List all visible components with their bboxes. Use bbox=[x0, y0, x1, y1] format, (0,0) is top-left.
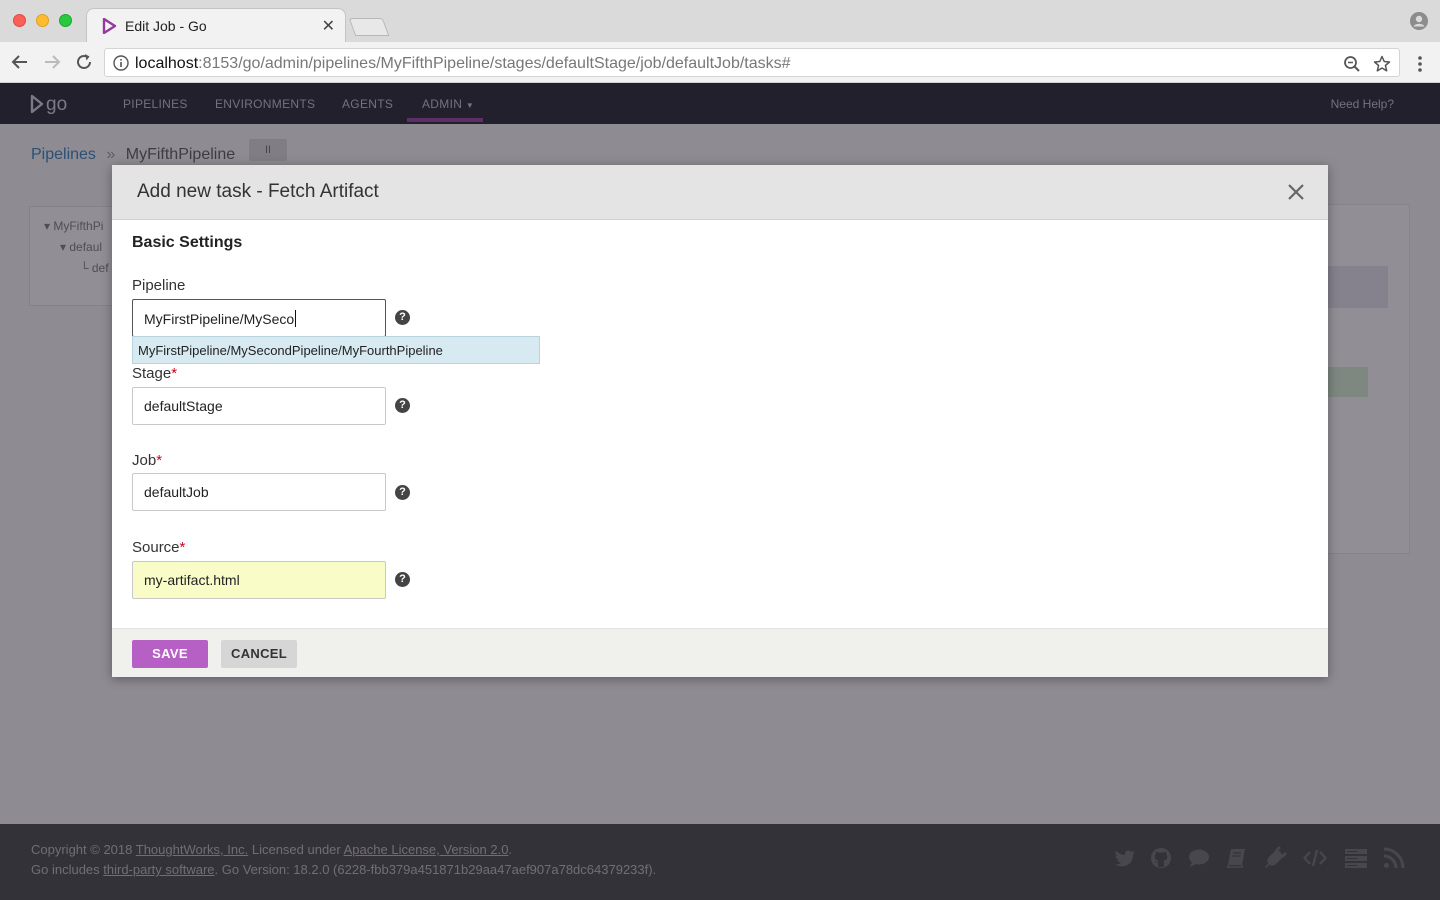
info-icon[interactable] bbox=[113, 55, 129, 71]
save-button[interactable]: SAVE bbox=[132, 640, 208, 668]
stage-help-icon[interactable]: ? bbox=[395, 398, 410, 413]
stage-input[interactable]: defaultStage bbox=[132, 387, 386, 425]
modal-footer: SAVE CANCEL bbox=[112, 628, 1328, 677]
source-help-icon[interactable]: ? bbox=[395, 572, 410, 587]
required-marker: * bbox=[156, 452, 163, 469]
job-help-icon[interactable]: ? bbox=[395, 485, 410, 500]
tab-title: Edit Job - Go bbox=[125, 18, 207, 34]
profile-icon[interactable] bbox=[1410, 12, 1428, 30]
new-tab-button[interactable] bbox=[348, 18, 390, 36]
window-close-button[interactable] bbox=[13, 14, 26, 27]
text-caret bbox=[295, 310, 297, 327]
pipeline-input[interactable]: MyFirstPipeline/MySeco bbox=[132, 299, 386, 337]
browser-toolbar: localhost:8153/go/admin/pipelines/MyFift… bbox=[0, 42, 1440, 83]
zoom-icon[interactable] bbox=[1343, 55, 1361, 73]
pipeline-help-icon[interactable]: ? bbox=[395, 310, 410, 325]
stage-label: Stage* bbox=[132, 365, 178, 382]
source-label: Source* bbox=[132, 539, 186, 556]
required-marker: * bbox=[171, 365, 178, 382]
modal-title: Add new task - Fetch Artifact bbox=[137, 181, 379, 202]
source-input[interactable]: my-artifact.html bbox=[132, 561, 386, 599]
modal-header: Add new task - Fetch Artifact bbox=[112, 165, 1328, 220]
cancel-button[interactable]: CANCEL bbox=[221, 640, 297, 668]
tab-close-icon[interactable]: ✕ bbox=[322, 16, 335, 36]
forward-arrow-icon[interactable] bbox=[42, 52, 62, 72]
browser-menu-icon[interactable] bbox=[1410, 54, 1430, 74]
add-task-modal: Add new task - Fetch Artifact Basic Sett… bbox=[112, 165, 1328, 677]
gocd-favicon-icon bbox=[102, 18, 117, 34]
bookmark-star-icon[interactable] bbox=[1373, 55, 1391, 73]
pipeline-autocomplete-option[interactable]: MyFirstPipeline/MySecondPipeline/MyFourt… bbox=[132, 336, 540, 364]
reload-icon[interactable] bbox=[74, 52, 94, 72]
close-icon[interactable] bbox=[1286, 182, 1306, 202]
browser-tab-active[interactable]: Edit Job - Go ✕ bbox=[86, 8, 346, 42]
pipeline-label: Pipeline bbox=[132, 277, 186, 294]
required-marker: * bbox=[179, 539, 186, 556]
window-minimize-button[interactable] bbox=[36, 14, 49, 27]
job-input[interactable]: defaultJob bbox=[132, 473, 386, 511]
address-bar[interactable]: localhost:8153/go/admin/pipelines/MyFift… bbox=[104, 48, 1400, 77]
url-text: localhost:8153/go/admin/pipelines/MyFift… bbox=[135, 55, 791, 72]
browser-tabstrip: Edit Job - Go ✕ bbox=[0, 0, 1440, 42]
job-label: Job* bbox=[132, 452, 163, 469]
window-maximize-button[interactable] bbox=[59, 14, 72, 27]
back-arrow-icon[interactable] bbox=[10, 52, 30, 72]
basic-settings-heading: Basic Settings bbox=[132, 234, 243, 251]
